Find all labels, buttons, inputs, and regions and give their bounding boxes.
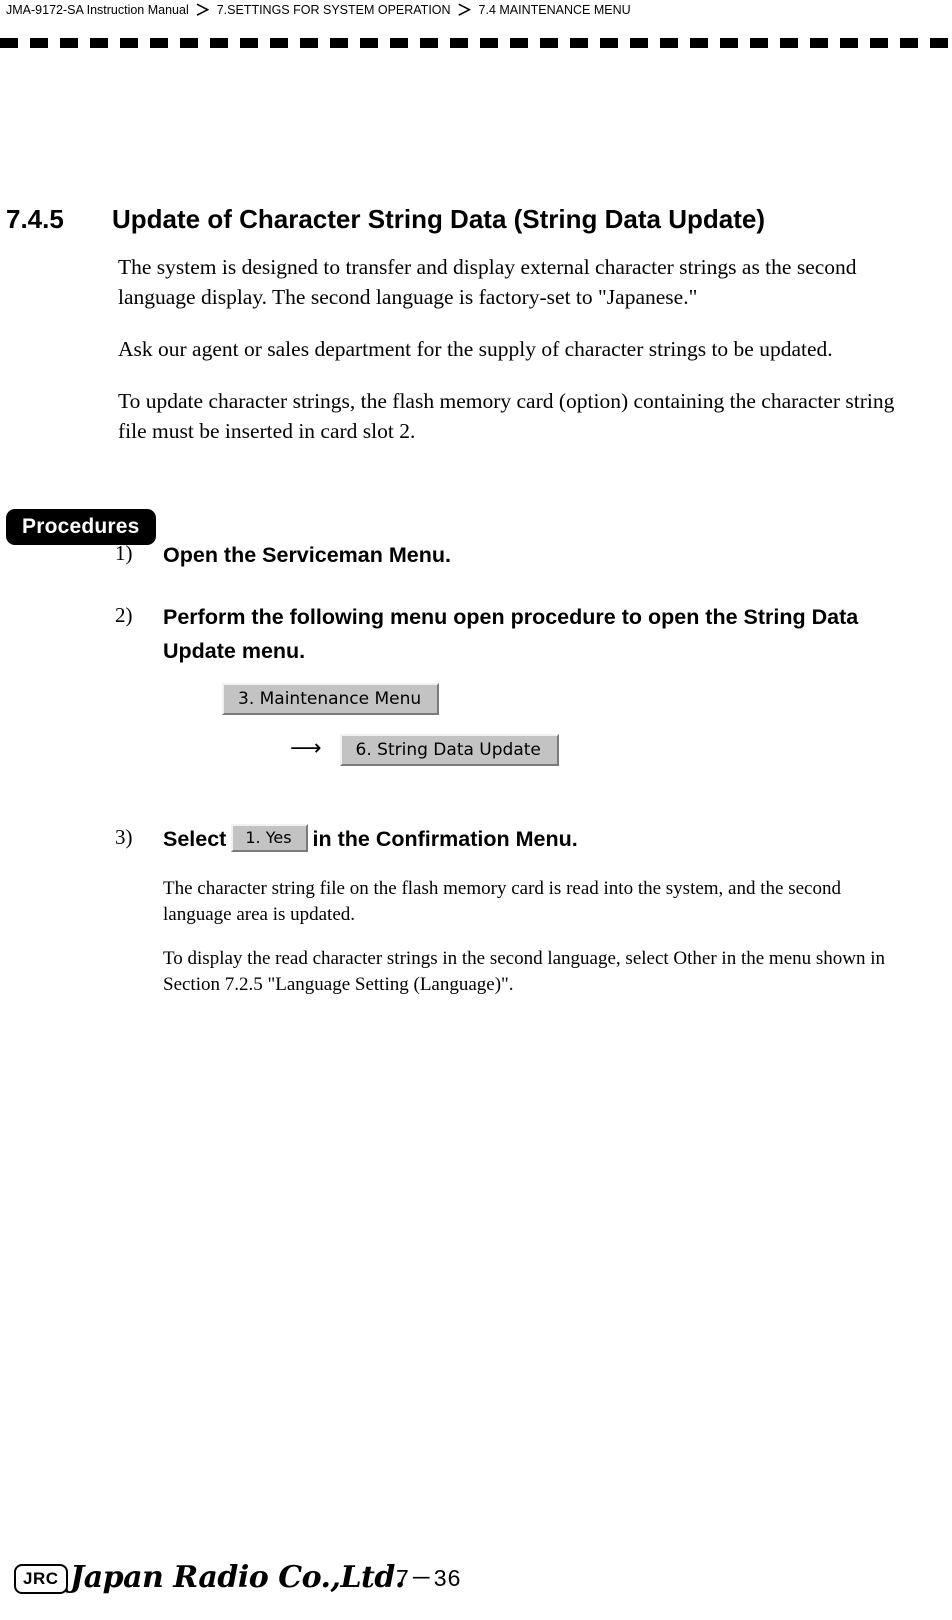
page-title: 7.4.5 Update of Character String Data (St…	[0, 203, 952, 235]
menu-flow-row: ⟶ 6. String Data Update	[0, 734, 952, 766]
intro-paragraph: Ask our agent or sales department for th…	[118, 337, 833, 361]
page-number: 7－36	[396, 1565, 462, 1591]
note-paragraph: The character string file on the flash m…	[163, 878, 841, 925]
procedure-step: 2) Perform the following menu open proce…	[0, 600, 952, 668]
menu-navigation-flow: 3. Maintenance Menu ⟶ 6. String Data Upda…	[0, 683, 952, 766]
menu-key-maintenance-menu[interactable]: 3. Maintenance Menu	[222, 683, 440, 715]
breadcrumb: JMA-9172-SA Instruction Manual ＞ 7.SETTI…	[6, 3, 946, 18]
step-number: 2)	[115, 603, 133, 627]
step-text: Select 1. Yes in the Confirmation Menu.	[163, 822, 893, 856]
intro-paragraph: To update character strings, the flash m…	[118, 389, 895, 443]
menu-flow-row: 3. Maintenance Menu	[0, 683, 952, 715]
intro-body: The system is designed to transfer and d…	[118, 252, 908, 446]
step-notes: The character string file on the flash m…	[163, 876, 893, 998]
jrc-logo-icon: JRC	[14, 1564, 68, 1594]
breadcrumb-separator-icon: ＞	[457, 2, 473, 19]
step-number: 1)	[115, 541, 133, 565]
step-number: 3)	[115, 825, 133, 849]
page-footer: JRC Japan Radio Co.,Ltd. 7－36	[0, 1558, 952, 1604]
section-number: 7.4.5	[6, 204, 64, 234]
breadcrumb-section: 7.4 MAINTENANCE MENU	[478, 3, 631, 17]
right-arrow-icon: ⟶	[290, 736, 322, 761]
procedure-step-3-block: 3) Select 1. Yes in the Confirmation Menu.…	[0, 822, 952, 995]
section-title: Update of Character String Data (String …	[112, 204, 765, 234]
intro-paragraph: The system is designed to transfer and d…	[118, 255, 857, 309]
step-text: Perform the following menu open procedur…	[163, 605, 859, 663]
step3-text-before: Select	[163, 827, 227, 851]
procedure-step-list: 1) Open the Serviceman Menu. 2) Perform …	[0, 538, 952, 682]
procedure-step: 3) Select 1. Yes in the Confirmation Menu.	[0, 822, 952, 856]
breadcrumb-chapter: 7.SETTINGS FOR SYSTEM OPERATION	[216, 3, 451, 17]
menu-key-string-data-update[interactable]: 6. String Data Update	[339, 734, 559, 766]
procedure-step: 1) Open the Serviceman Menu.	[0, 538, 952, 572]
breadcrumb-separator-icon: ＞	[195, 2, 211, 19]
step-text: Open the Serviceman Menu.	[163, 543, 451, 567]
header-dashed-divider	[0, 38, 952, 48]
breadcrumb-manual: JMA-9172-SA Instruction Manual	[6, 3, 189, 17]
company-wordmark: Japan Radio Co.,Ltd.	[70, 1560, 405, 1595]
step3-text-after: in the Confirmation Menu.	[312, 827, 578, 851]
note-paragraph: To display the read character strings in…	[163, 948, 886, 995]
menu-key-yes[interactable]: 1. Yes	[231, 824, 308, 853]
